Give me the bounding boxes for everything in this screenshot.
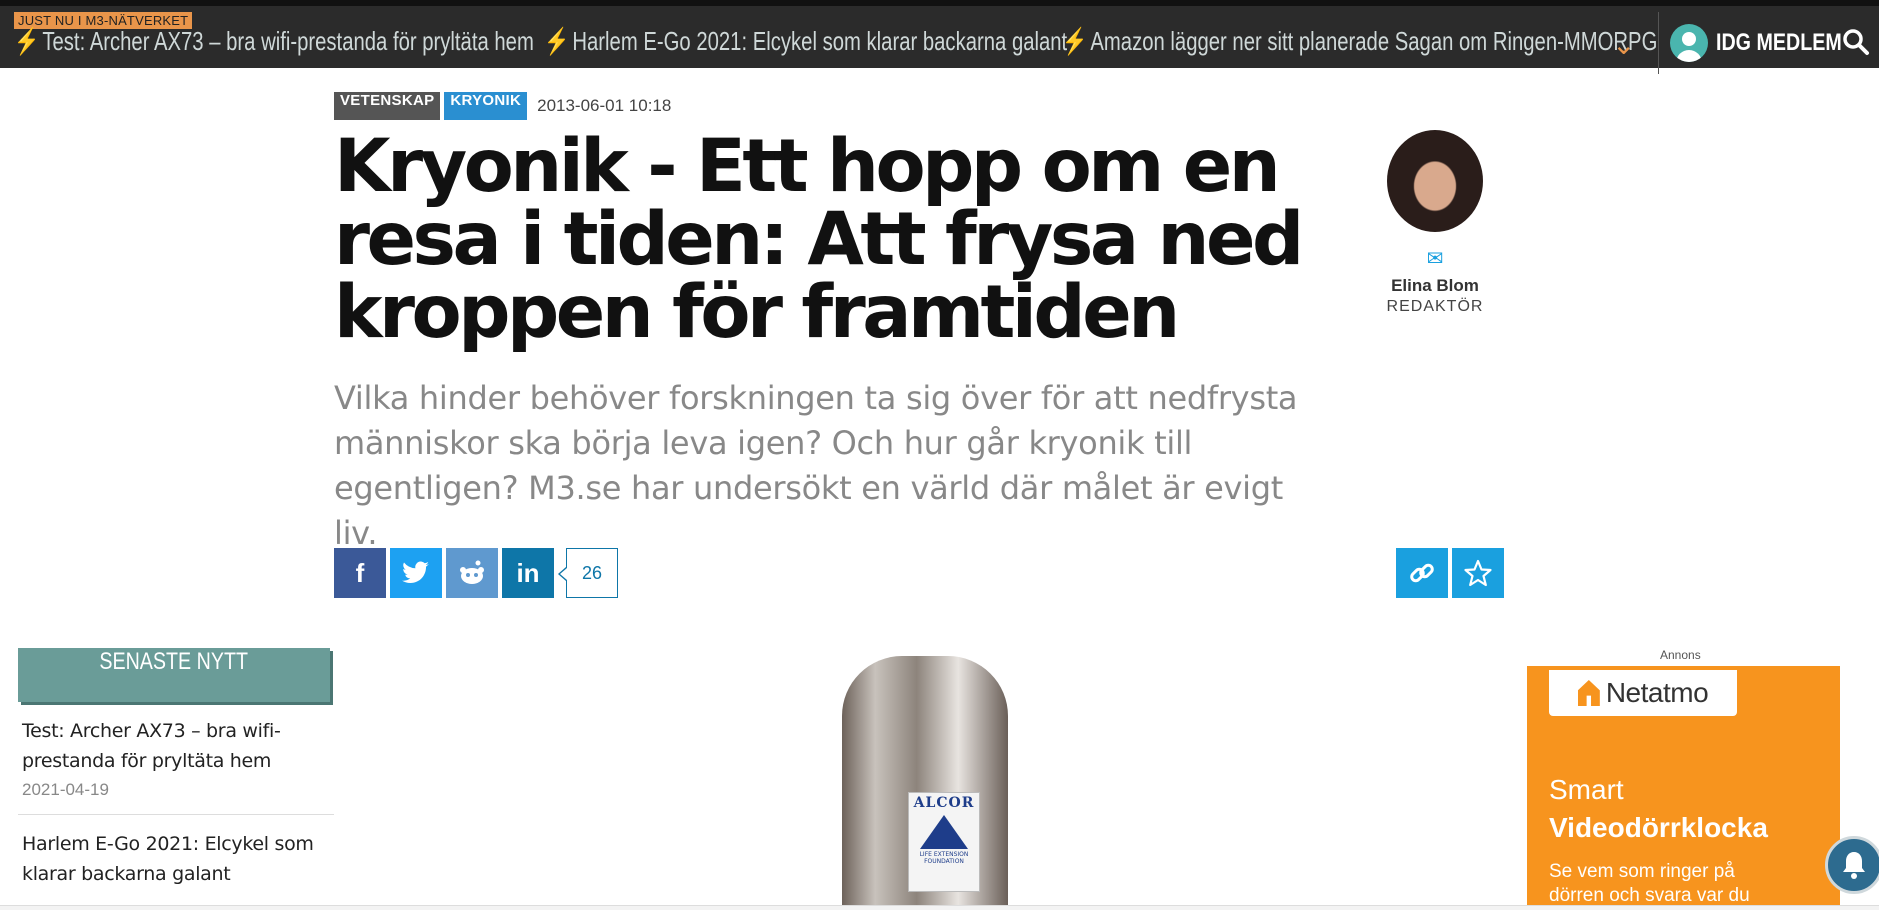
- reddit-share-button[interactable]: [446, 548, 498, 598]
- article-title: Kryonik - Ett hopp om en resa i tiden: A…: [334, 124, 1304, 355]
- search-icon[interactable]: [1842, 28, 1870, 56]
- link-icon: [1410, 563, 1434, 583]
- article-lead: Vilka hinder behöver forskningen ta sig …: [334, 379, 1298, 552]
- bottom-edge: [0, 905, 1879, 910]
- ad-label: Annons: [1660, 648, 1701, 662]
- share-bar: f in 26: [334, 548, 618, 598]
- facebook-share-button[interactable]: f: [334, 548, 386, 598]
- chevron-down-icon[interactable]: ⌄: [1612, 28, 1635, 61]
- article-meta: VETENSKAP KRYONIK 2013-06-01 10:18: [334, 92, 671, 120]
- copy-link-button[interactable]: [1396, 548, 1448, 598]
- bolt-icon: ⚡: [1062, 26, 1088, 56]
- star-icon: [1464, 559, 1492, 587]
- alcor-logo: ALCOR LIFE EXTENSION FOUNDATION: [908, 792, 980, 892]
- linkedin-share-button[interactable]: in: [502, 548, 554, 598]
- linkedin-icon: in: [516, 557, 540, 588]
- publish-date: 2013-06-01 10:18: [537, 96, 672, 115]
- save-article-button[interactable]: [1452, 548, 1504, 598]
- author-avatar[interactable]: [1387, 130, 1483, 232]
- category-tag[interactable]: VETENSKAP: [334, 92, 441, 120]
- ticker-item[interactable]: ⚡ Test: Archer AX73 – bra wifi-prestanda …: [14, 26, 534, 62]
- category-tag[interactable]: KRYONIK: [444, 92, 528, 120]
- ad-body: Se vem som ringer på dörren och svara va…: [1549, 861, 1750, 906]
- ticker-item-label: Amazon lägger ner sitt planerade Sagan o…: [1090, 26, 1658, 56]
- ad-brand-logo: Netatmo: [1549, 670, 1737, 716]
- advertisement[interactable]: Netatmo Smart Videodörrklocka Se vem som…: [1527, 666, 1840, 910]
- logo-subtext: LIFE EXTENSION FOUNDATION: [919, 851, 969, 865]
- latest-news-heading: SENASTE NYTT: [18, 648, 330, 702]
- bell-icon: [1843, 852, 1865, 879]
- article-actions: [1392, 548, 1504, 598]
- twitter-share-button[interactable]: [390, 548, 442, 598]
- ticker-item-label: Harlem E-Go 2021: Elcykel som klarar bac…: [572, 26, 1068, 56]
- reddit-icon: [460, 560, 484, 584]
- news-title[interactable]: Test: Archer AX73 – bra wifi-prestanda f…: [22, 716, 330, 776]
- top-bar: JUST NU I M3-NÄTVERKET ⚡ Test: Archer AX7…: [0, 0, 1879, 74]
- netatmo-logo-icon: [1577, 680, 1600, 706]
- ticker-item[interactable]: ⚡ Harlem E-Go 2021: Elcykel som klarar ba…: [544, 26, 1067, 62]
- ad-headline-2: Videodörrklocka: [1549, 812, 1768, 843]
- bolt-icon: ⚡: [14, 26, 40, 56]
- facebook-icon: f: [355, 557, 365, 588]
- notification-bell-button[interactable]: [1825, 836, 1879, 894]
- list-item[interactable]: Test: Archer AX73 – bra wifi-prestanda f…: [18, 702, 334, 815]
- ad-headline-1: Smart: [1549, 774, 1624, 805]
- member-label: IDG MEDLEM: [1716, 29, 1842, 56]
- author-name[interactable]: Elina Blom: [1370, 276, 1500, 296]
- ticker-item-label: Test: Archer AX73 – bra wifi-prestanda f…: [42, 26, 534, 56]
- share-count: 26: [558, 548, 618, 598]
- logo-triangle-icon: [920, 815, 968, 849]
- latest-news-heading-label: SENASTE NYTT: [99, 648, 249, 675]
- list-item[interactable]: Harlem E-Go 2021: Elcykel som klarar bac…: [18, 815, 334, 903]
- author-box: ✉ Elina Blom REDAKTÖR: [1370, 130, 1500, 316]
- mail-icon[interactable]: ✉: [1370, 246, 1500, 270]
- bolt-icon: ⚡: [544, 26, 570, 56]
- ticker-item[interactable]: ⚡ Amazon lägger ner sitt planerade Sagan …: [1062, 26, 1657, 62]
- user-avatar-icon: [1670, 24, 1708, 62]
- latest-news-sidebar: SENASTE NYTT Test: Archer AX73 – bra wif…: [18, 648, 334, 903]
- member-button[interactable]: IDG MEDLEM: [1670, 24, 1869, 62]
- logo-text: ALCOR: [913, 795, 975, 811]
- divider: [1658, 12, 1659, 74]
- author-role: REDAKTÖR: [1386, 298, 1484, 315]
- twitter-icon: [402, 561, 429, 584]
- ad-brand: Netatmo: [1605, 677, 1709, 708]
- news-title[interactable]: Harlem E-Go 2021: Elcykel som klarar bac…: [22, 829, 330, 889]
- news-date: 2021-04-19: [22, 780, 109, 799]
